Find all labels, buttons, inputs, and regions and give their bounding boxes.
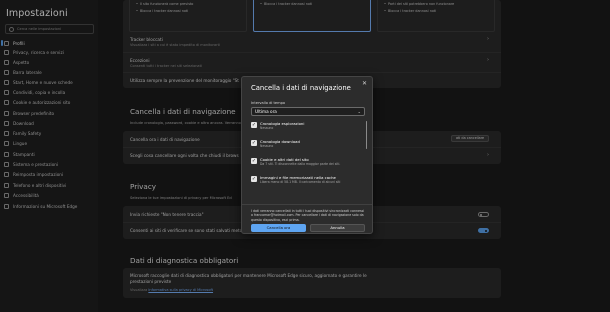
divider (242, 204, 372, 205)
checkbox-item-cache[interactable]: ✓ Immagini e file memorizzati nella cach… (251, 175, 359, 193)
checkbox-item-cookies[interactable]: ✓ Cookie e altri dati del sito Da 7 siti… (251, 157, 359, 175)
sync-notice: I dati verranno cancellati in tutti i tu… (251, 209, 365, 222)
checkbox-checked-icon[interactable]: ✓ (251, 122, 257, 128)
data-type-list: ✓ Cronologia esplorazioni Nessuno ✓ Cron… (251, 121, 365, 197)
cancel-button[interactable]: Annulla (310, 224, 365, 232)
chevron-down-icon: ⌄ (357, 109, 361, 114)
dialog-title: Cancella i dati di navigazione (251, 84, 351, 92)
time-range-value: Ultima ora (255, 109, 277, 114)
checkbox-item-subtitle: Nessuno (260, 144, 274, 148)
checkbox-checked-icon[interactable]: ✓ (251, 176, 257, 182)
checkbox-item-subtitle: Nessuno (260, 126, 274, 130)
checkbox-checked-icon[interactable]: ✓ (251, 158, 257, 164)
checkbox-item-downloads[interactable]: ✓ Cronologia download Nessuno (251, 139, 359, 157)
checkbox-item-history[interactable]: ✓ Cronologia esplorazioni Nessuno (251, 121, 359, 139)
time-range-label: Intervallo di tempo (251, 101, 286, 105)
clear-data-dialog: Cancella i dati di navigazione ✕ Interva… (241, 76, 373, 234)
dialog-scrollbar[interactable] (365, 121, 367, 149)
checkbox-item-subtitle: Libera meno di 58.1 MB. Il caricamento d… (260, 180, 341, 184)
time-range-select[interactable]: Ultima ora ⌄ (251, 107, 365, 116)
checkbox-item-subtitle: Da 7 siti. Ti disconnette dalla maggior … (260, 162, 341, 166)
clear-now-button[interactable]: Cancella ora (251, 224, 306, 232)
close-icon[interactable]: ✕ (362, 80, 367, 87)
settings-window: Impostazioni Profili Privacy, ricerca e … (0, 0, 610, 312)
checkbox-checked-icon[interactable]: ✓ (251, 140, 257, 146)
